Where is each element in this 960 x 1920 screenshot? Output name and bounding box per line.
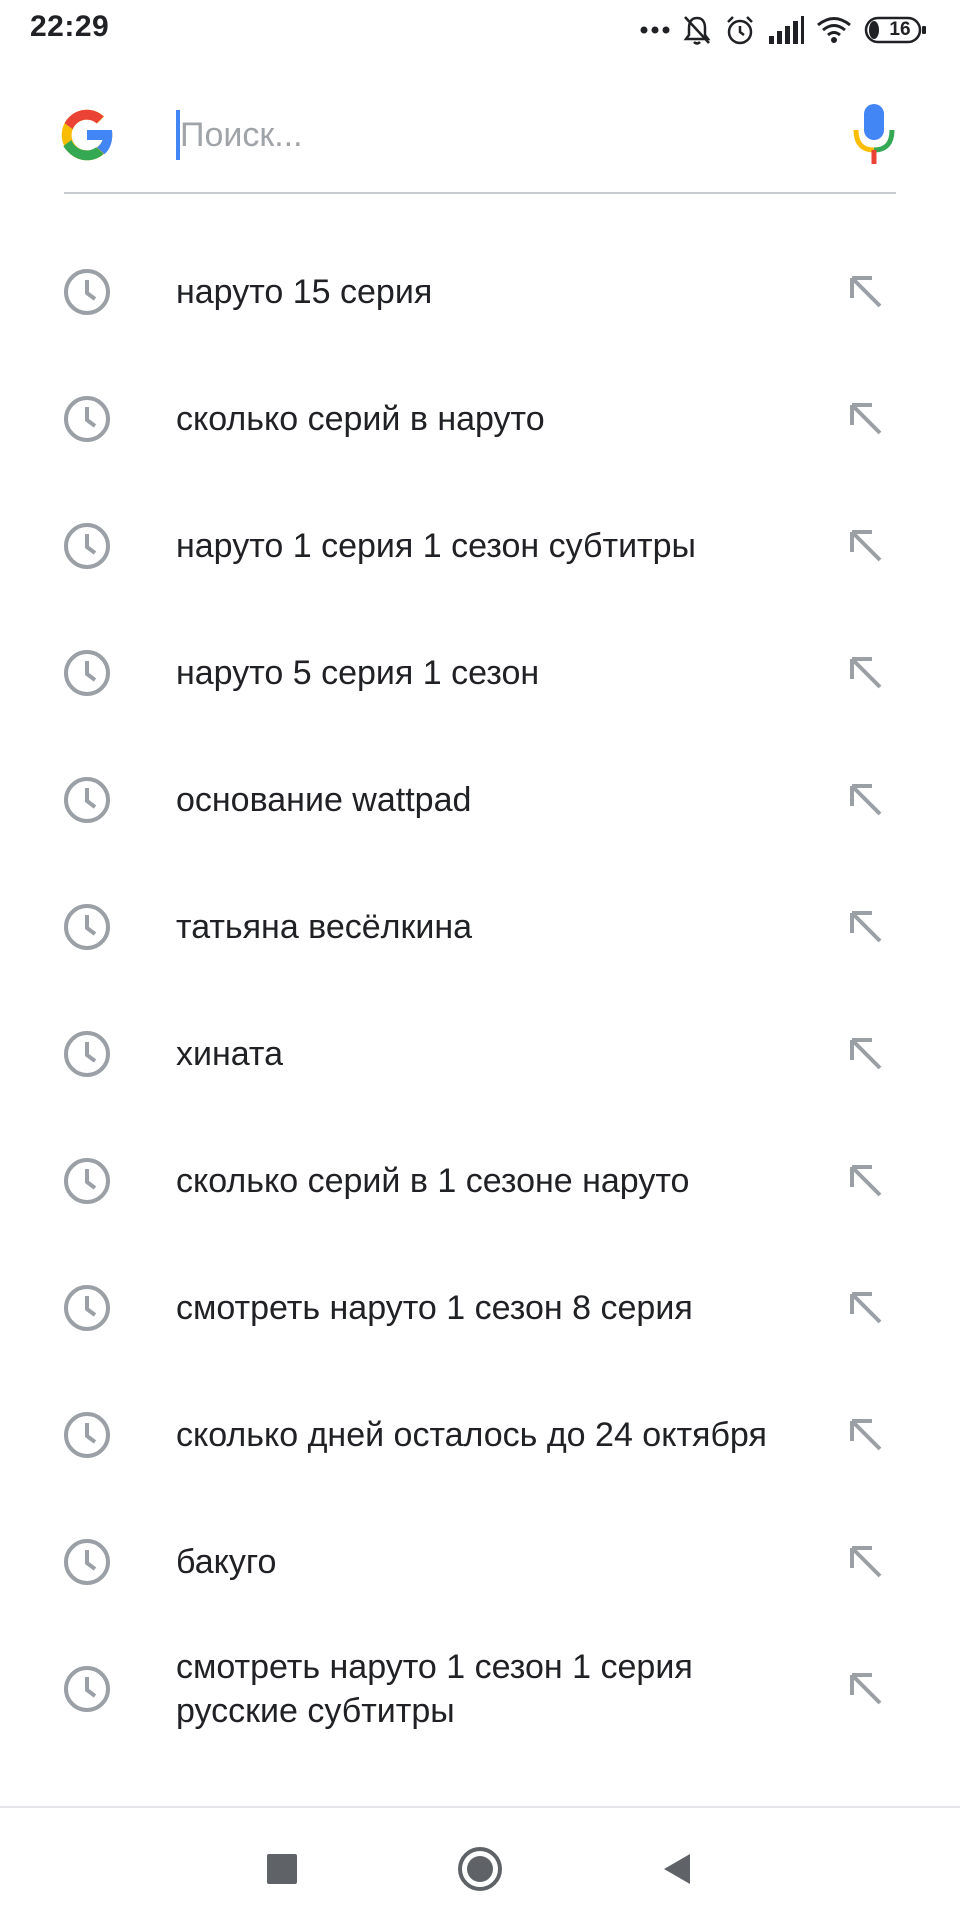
suggestion-item[interactable]: наруто 1 серия 1 сезон субтитры bbox=[0, 482, 960, 609]
history-clock-icon bbox=[62, 648, 112, 698]
suggestion-item[interactable]: смотреть наруто 1 сезон 8 серия bbox=[0, 1244, 960, 1371]
suggestion-text: сколько серий в наруто bbox=[176, 399, 545, 438]
suggestion-text: смотреть наруто 1 сезон 8 серия bbox=[176, 1288, 693, 1327]
history-clock-icon bbox=[62, 1156, 112, 1206]
search-input[interactable] bbox=[170, 102, 820, 168]
status-icons: 16 bbox=[640, 12, 928, 48]
search-header bbox=[0, 80, 960, 200]
signal-icon bbox=[768, 16, 804, 44]
history-clock-icon bbox=[62, 521, 112, 571]
suggestion-item[interactable]: татьяна весёлкина bbox=[0, 863, 960, 990]
fill-query-arrow-icon[interactable] bbox=[846, 653, 886, 693]
navigation-bar bbox=[0, 1806, 960, 1920]
suggestion-text: наруто 5 серия 1 сезон bbox=[176, 653, 540, 692]
history-clock-icon bbox=[62, 1410, 112, 1460]
microphone-icon[interactable] bbox=[844, 100, 904, 170]
fill-query-arrow-icon[interactable] bbox=[846, 907, 886, 947]
suggestion-item[interactable]: сколько серий в наруто bbox=[0, 355, 960, 482]
screen: 22:29 16 Поиск... наруто 15 серия скольк… bbox=[0, 0, 960, 1920]
suggestion-text: сколько серий в 1 сезоне наруто bbox=[176, 1161, 690, 1200]
google-g-icon[interactable] bbox=[54, 102, 120, 168]
suggestion-item[interactable]: основание wattpad bbox=[0, 736, 960, 863]
alarm-icon bbox=[724, 14, 756, 46]
fill-query-arrow-icon[interactable] bbox=[846, 1669, 886, 1709]
text-cursor bbox=[176, 110, 180, 160]
suggestion-item[interactable]: сколько дней осталось до 24 октября bbox=[0, 1371, 960, 1498]
suggestion-text: хината bbox=[176, 1034, 284, 1073]
fill-query-arrow-icon[interactable] bbox=[846, 1415, 886, 1455]
suggestion-text: сколько дней осталось до 24 октября bbox=[176, 1415, 767, 1454]
fill-query-arrow-icon[interactable] bbox=[846, 399, 886, 439]
recents-square-icon[interactable] bbox=[257, 1844, 307, 1894]
home-circle-icon[interactable] bbox=[455, 1844, 505, 1894]
fill-query-arrow-icon[interactable] bbox=[846, 1542, 886, 1582]
fill-query-arrow-icon[interactable] bbox=[846, 1034, 886, 1074]
suggestion-item[interactable]: хината bbox=[0, 990, 960, 1117]
suggestion-item[interactable]: наруто 5 серия 1 сезон bbox=[0, 609, 960, 736]
fill-query-arrow-icon[interactable] bbox=[846, 1161, 886, 1201]
history-clock-icon bbox=[62, 1537, 112, 1587]
fill-query-arrow-icon[interactable] bbox=[846, 1288, 886, 1328]
more-dots-icon bbox=[640, 25, 670, 35]
suggestion-text: основание wattpad bbox=[176, 780, 472, 819]
history-clock-icon bbox=[62, 902, 112, 952]
fill-query-arrow-icon[interactable] bbox=[846, 272, 886, 312]
suggestion-item[interactable]: наруто 15 серия bbox=[0, 228, 960, 355]
suggestion-item[interactable]: бакуго bbox=[0, 1498, 960, 1625]
bell-off-icon bbox=[682, 14, 712, 46]
suggestion-text: бакуго bbox=[176, 1542, 277, 1581]
battery-icon: 16 bbox=[864, 15, 928, 45]
history-clock-icon bbox=[62, 775, 112, 825]
history-clock-icon bbox=[62, 267, 112, 317]
wifi-icon bbox=[816, 16, 852, 44]
suggestion-item[interactable]: сколько серий в 1 сезоне наруто bbox=[0, 1117, 960, 1244]
history-clock-icon bbox=[62, 1029, 112, 1079]
history-clock-icon bbox=[62, 1664, 112, 1714]
header-divider bbox=[64, 192, 896, 194]
suggestion-text: наруто 1 серия 1 сезон субтитры bbox=[176, 526, 696, 565]
suggestion-text: смотреть наруто 1 сезон 1 серия русские … bbox=[176, 1647, 693, 1730]
suggestion-text: наруто 15 серия bbox=[176, 272, 433, 311]
fill-query-arrow-icon[interactable] bbox=[846, 526, 886, 566]
history-clock-icon bbox=[62, 1283, 112, 1333]
status-time: 22:29 bbox=[30, 10, 110, 43]
battery-level: 16 bbox=[889, 19, 911, 40]
status-bar: 22:29 16 bbox=[0, 0, 960, 60]
suggestion-list: наруто 15 серия сколько серий в наруто н… bbox=[0, 228, 960, 1752]
suggestion-text: татьяна весёлкина bbox=[176, 907, 473, 946]
back-triangle-icon[interactable] bbox=[652, 1844, 702, 1894]
fill-query-arrow-icon[interactable] bbox=[846, 780, 886, 820]
history-clock-icon bbox=[62, 394, 112, 444]
suggestion-item[interactable]: смотреть наруто 1 сезон 1 серия русские … bbox=[0, 1625, 960, 1752]
